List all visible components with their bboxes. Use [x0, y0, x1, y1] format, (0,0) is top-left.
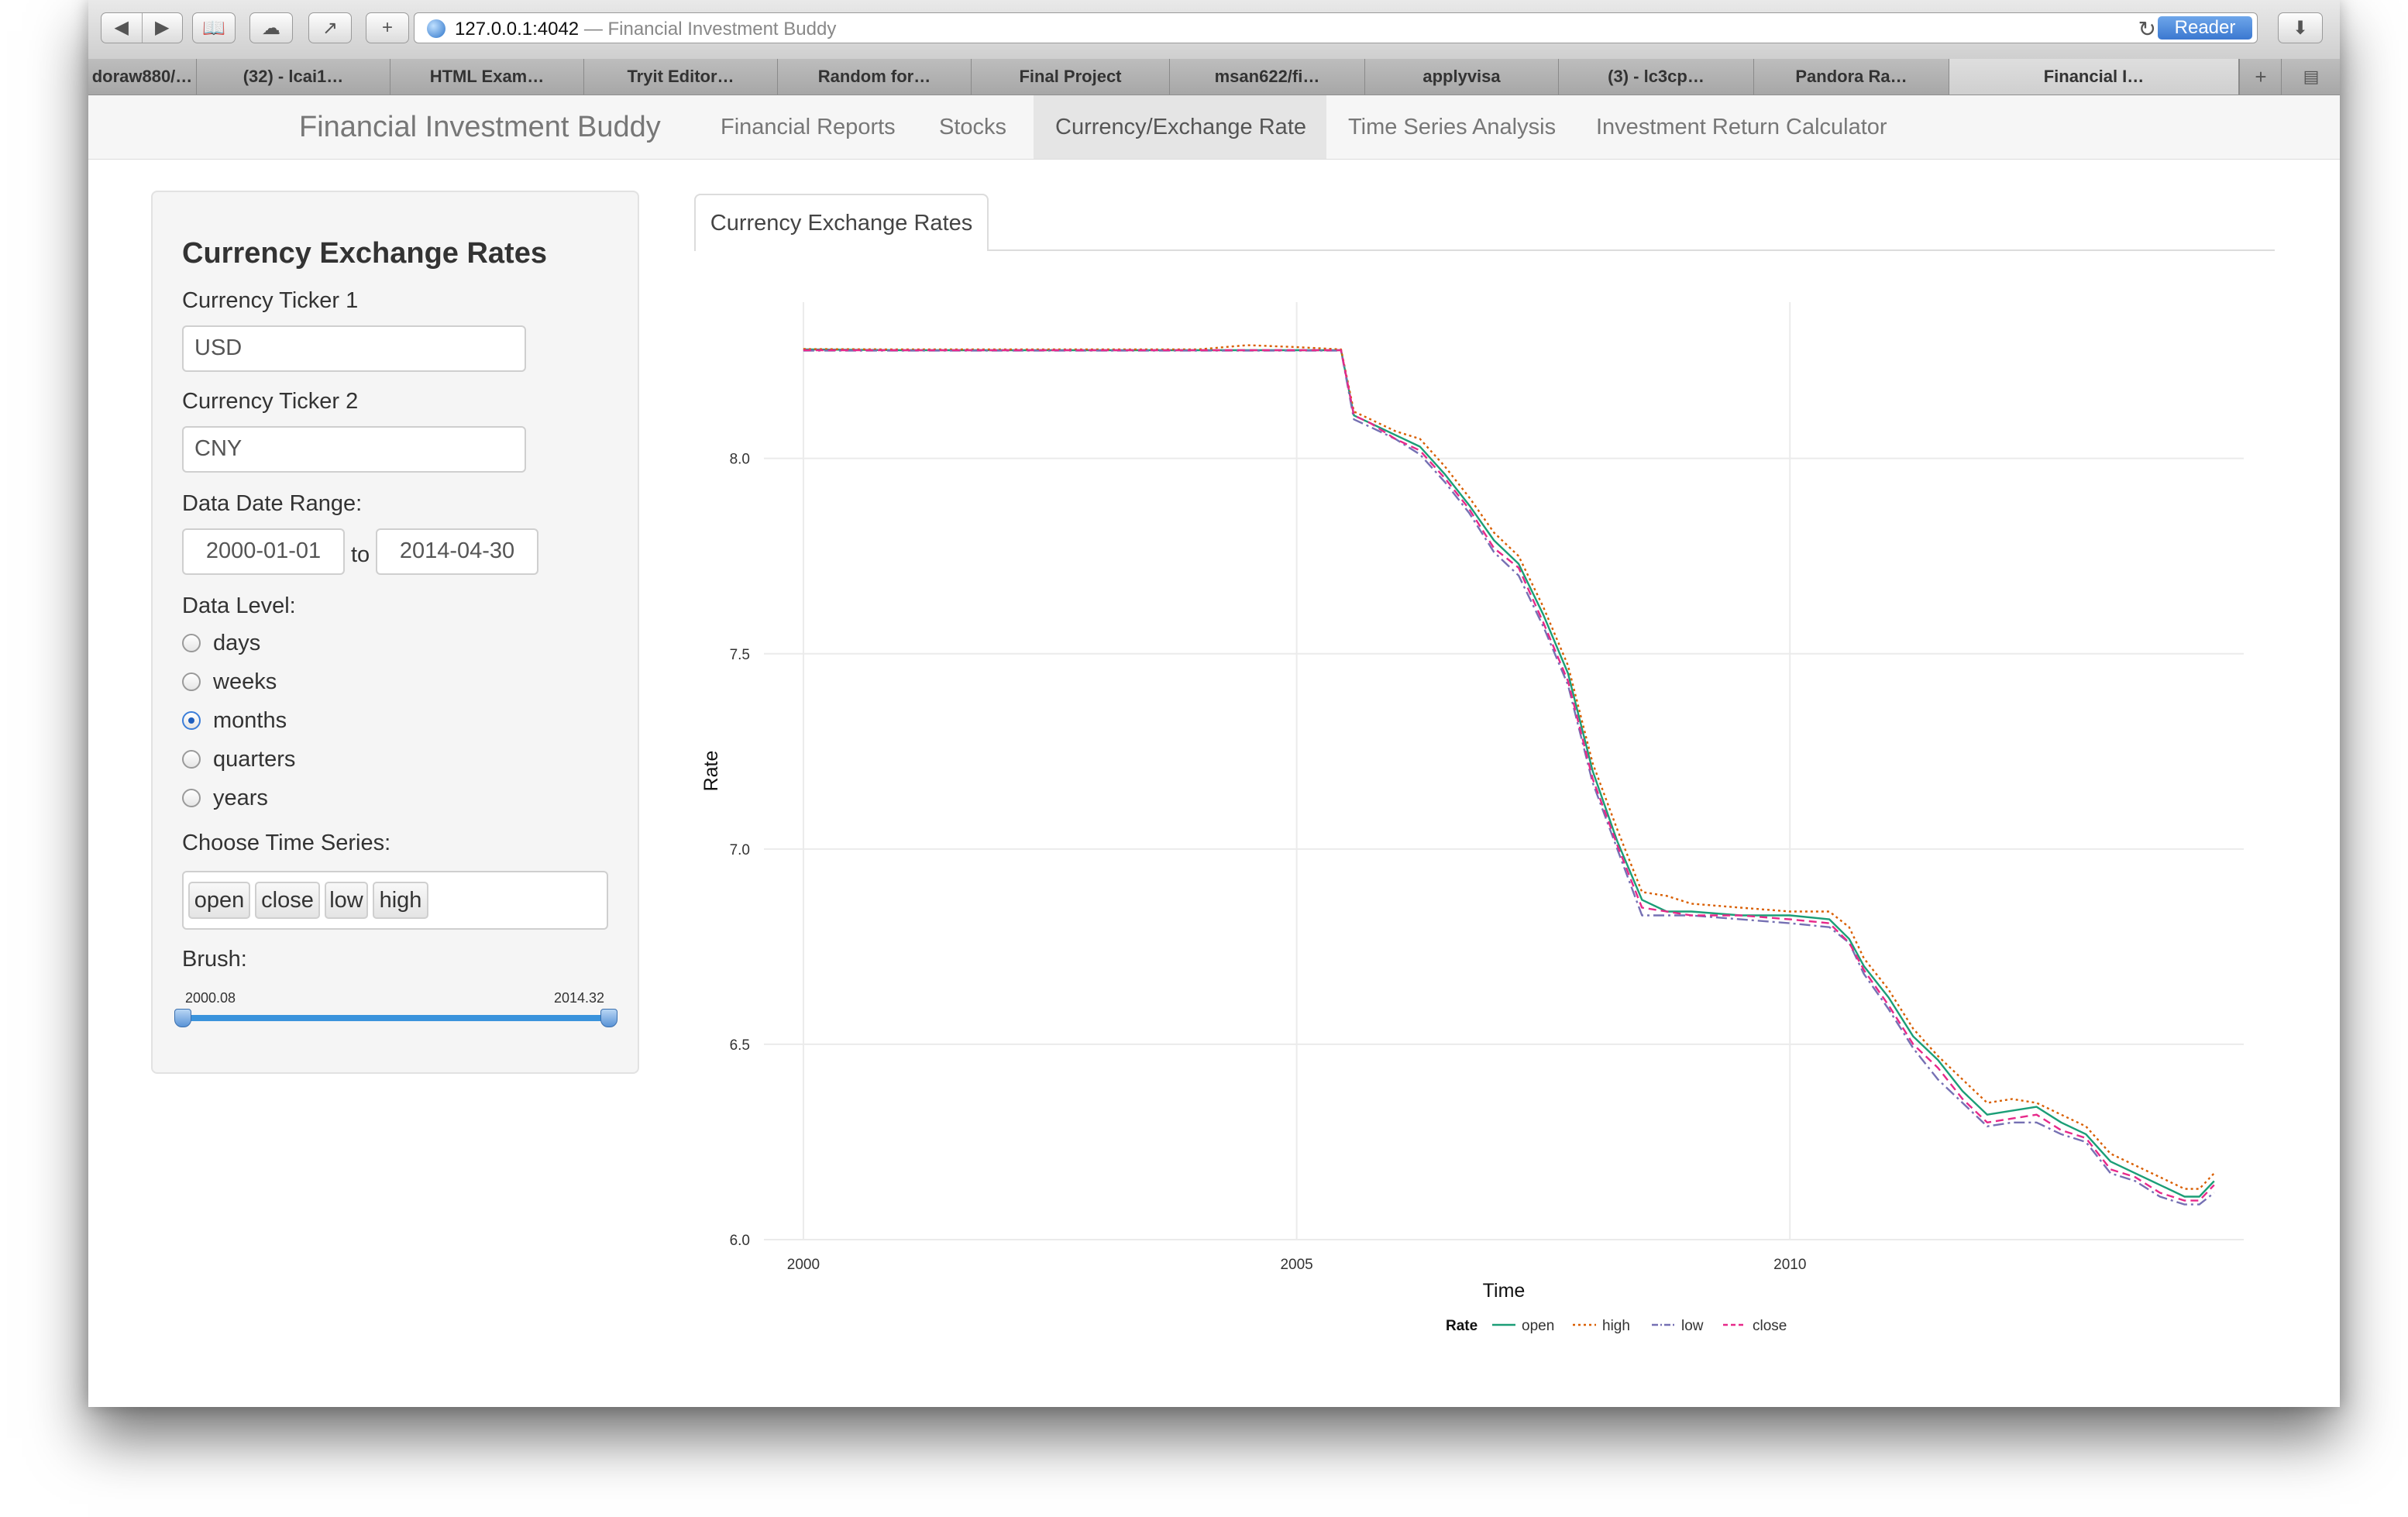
browser-tab-strip: doraw880/… (32) - lcai1… HTML Exam… Tryi…	[88, 59, 2340, 95]
exchange-rate-chart: 6.0 6.5 7.0 7.5 8.0 2000 2005 2010 Time Rate Rate o…	[700, 302, 2244, 1334]
brush-min-value: 2000.08	[185, 990, 236, 1006]
legend-label-high: high	[1602, 1318, 1630, 1334]
radio-years[interactable]: years	[182, 783, 268, 814]
browser-toolbar: ◀ ▶ 📖 ☁ ↗ + 127.0.0.1:4042 — Financial I…	[88, 0, 2340, 60]
icloud-tabs-icon[interactable]: ☁	[249, 12, 293, 43]
nav-financial-reports[interactable]: Financial Reports	[699, 95, 917, 159]
x-axis-title: Time	[1483, 1280, 1526, 1302]
series-chip-close[interactable]: close	[255, 882, 320, 919]
series-label: Choose Time Series:	[182, 831, 391, 855]
radio-button[interactable]	[182, 750, 201, 769]
date-end-input[interactable]: 2014-04-30	[376, 528, 538, 575]
x-tick-label: 2000	[787, 1257, 820, 1273]
legend-label-open: open	[1522, 1318, 1554, 1334]
downloads-icon[interactable]: ⬇	[2278, 12, 2323, 43]
share-icon[interactable]: ↗	[308, 12, 352, 43]
new-tab-plus-icon[interactable]: +	[366, 12, 409, 43]
date-to-label: to	[351, 542, 370, 567]
panel-title: Currency Exchange Rates	[182, 237, 547, 270]
ticker1-input[interactable]: USD	[182, 325, 526, 372]
y-tick-label: 6.0	[730, 1233, 750, 1249]
nav-stocks[interactable]: Stocks	[917, 95, 1028, 159]
bookmarks-book-icon[interactable]: 📖	[192, 12, 236, 43]
browser-tab[interactable]: Final Project	[972, 59, 1170, 95]
y-tick-label: 7.0	[730, 842, 750, 858]
tab-currency-exchange-rates[interactable]: Currency Exchange Rates	[694, 194, 989, 251]
brush-handle-right[interactable]	[600, 1009, 617, 1027]
brush-label: Brush:	[182, 947, 247, 972]
radio-quarters[interactable]: quarters	[182, 744, 295, 775]
radio-button[interactable]	[182, 634, 201, 652]
legend-label-low: low	[1681, 1318, 1704, 1334]
nav-time-series-analysis[interactable]: Time Series Analysis	[1326, 95, 1577, 159]
app-brand[interactable]: Financial Investment Buddy	[299, 111, 661, 144]
legend-title: Rate	[1446, 1318, 1477, 1334]
browser-tab[interactable]: doraw880/…	[88, 59, 197, 95]
browser-tab[interactable]: msan622/fi…	[1170, 59, 1365, 95]
series-chip-high[interactable]: high	[373, 882, 428, 919]
browser-tab[interactable]: applyvisa	[1365, 59, 1559, 95]
browser-tab[interactable]: Random for…	[778, 59, 972, 95]
app-navbar: Financial Investment Buddy Financial Rep…	[88, 95, 2340, 160]
browser-tab[interactable]: HTML Exam…	[390, 59, 584, 95]
radio-weeks[interactable]: weeks	[182, 666, 277, 697]
browser-window: ◀ ▶ 📖 ☁ ↗ + 127.0.0.1:4042 — Financial I…	[88, 0, 2340, 1407]
address-bar[interactable]: 127.0.0.1:4042 — Financial Investment Bu…	[414, 12, 2258, 43]
ticker2-label: Currency Ticker 2	[182, 389, 359, 414]
back-arrow-icon[interactable]: ◀	[101, 13, 142, 43]
radio-button[interactable]	[182, 789, 201, 807]
legend-label-close: close	[1753, 1318, 1787, 1334]
radio-button[interactable]	[182, 673, 201, 691]
nav-investment-return-calculator[interactable]: Investment Return Calculator	[1574, 95, 1909, 159]
series-chip-open[interactable]: open	[188, 882, 250, 919]
forward-arrow-icon[interactable]: ▶	[143, 13, 183, 43]
radio-days[interactable]: days	[182, 628, 260, 659]
nav-currency-exchange-rate[interactable]: Currency/Exchange Rate	[1034, 95, 1326, 159]
series-line-high	[803, 344, 2215, 1190]
reader-button[interactable]: Reader	[2158, 16, 2252, 40]
series-line-low	[803, 349, 2215, 1206]
radio-label: years	[213, 785, 268, 810]
reload-icon[interactable]: ↻	[2138, 16, 2156, 42]
radio-label: days	[213, 630, 261, 655]
radio-label: quarters	[213, 746, 296, 772]
series-select[interactable]: open close low high	[182, 871, 608, 930]
radio-months[interactable]: months	[182, 705, 287, 736]
date-start-input[interactable]: 2000-01-01	[182, 528, 345, 575]
brush-max-value: 2014.32	[554, 990, 605, 1006]
control-panel: Currency Exchange Rates Currency Ticker …	[151, 191, 639, 1074]
browser-tab[interactable]: (32) - lcai1…	[197, 59, 390, 95]
address-text: 127.0.0.1:4042 — Financial Investment Bu…	[455, 19, 837, 40]
radio-label: weeks	[213, 669, 277, 694]
tab-overview-icon[interactable]: ▤	[2281, 59, 2340, 95]
browser-tab-active[interactable]: Financial I…	[1949, 59, 2239, 95]
brush-handle-left[interactable]	[174, 1009, 191, 1027]
radio-label: months	[213, 707, 287, 733]
data-level-label: Data Level:	[182, 593, 296, 618]
brush-slider-track[interactable]	[182, 1015, 608, 1021]
browser-tab[interactable]: (3) - lc3cp…	[1559, 59, 1754, 95]
browser-tab[interactable]: Pandora Ra…	[1754, 59, 1949, 95]
series-line-close	[803, 349, 2215, 1202]
series-line-open	[803, 348, 2215, 1198]
series-chip-low[interactable]: low	[325, 882, 368, 919]
date-range-label: Data Date Range:	[182, 491, 363, 516]
radio-button-checked[interactable]	[182, 711, 201, 730]
y-tick-label: 8.0	[730, 452, 750, 468]
ticker2-input[interactable]: CNY	[182, 426, 526, 473]
x-tick-label: 2010	[1773, 1257, 1806, 1273]
x-tick-label: 2005	[1280, 1257, 1312, 1273]
add-tab-plus-icon[interactable]: +	[2239, 59, 2282, 95]
globe-icon	[427, 19, 445, 38]
back-forward-buttons: ◀ ▶	[101, 12, 183, 43]
y-tick-label: 6.5	[730, 1037, 750, 1054]
ticker1-label: Currency Ticker 1	[182, 288, 359, 313]
y-tick-label: 7.5	[730, 647, 750, 663]
y-axis-title: Rate	[700, 751, 722, 792]
browser-tab[interactable]: Tryit Editor…	[584, 59, 778, 95]
